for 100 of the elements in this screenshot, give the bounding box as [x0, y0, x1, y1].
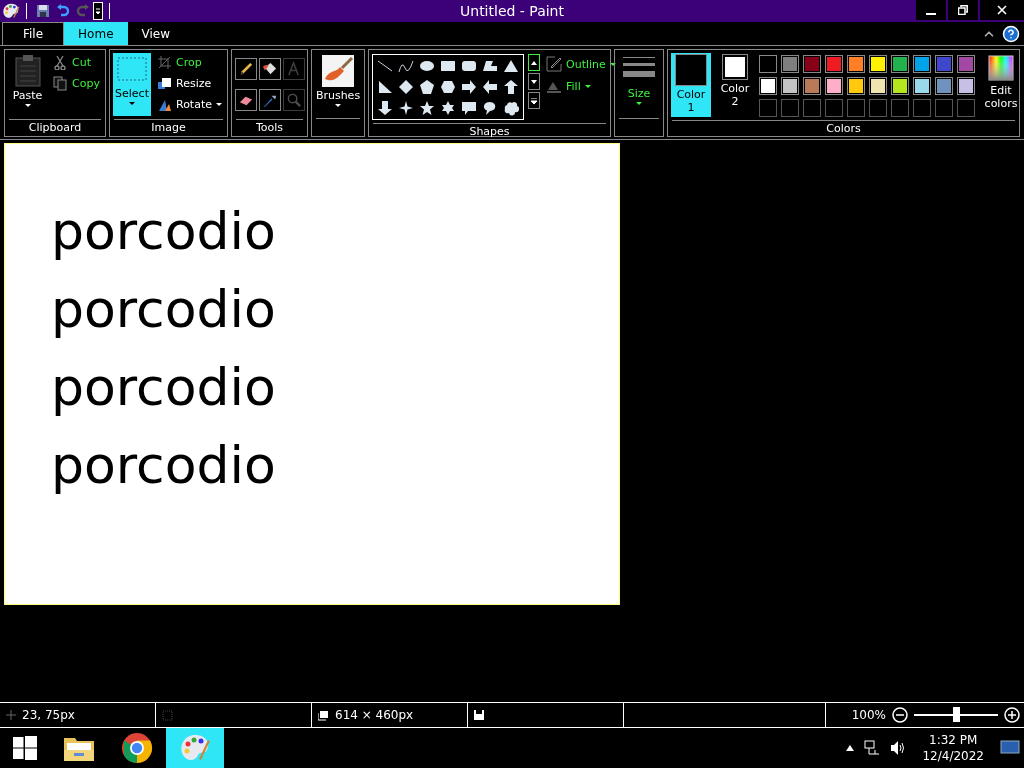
volume-icon[interactable] — [890, 740, 907, 756]
palette-swatch[interactable] — [781, 77, 799, 95]
help-icon[interactable] — [1002, 24, 1020, 43]
zoom-in-button[interactable] — [1004, 707, 1020, 723]
palette-swatch[interactable] — [803, 55, 821, 73]
palette-swatch[interactable] — [759, 55, 777, 73]
canvas-text: porcodio — [51, 278, 277, 341]
empty-swatch[interactable] — [781, 99, 799, 117]
palette-swatch[interactable] — [803, 77, 821, 95]
line-shape-icon[interactable] — [377, 58, 393, 74]
oval-shape-icon[interactable] — [419, 58, 435, 74]
palette-swatch[interactable] — [957, 55, 975, 73]
palette-swatch[interactable] — [825, 77, 843, 95]
right-triangle-shape-icon[interactable] — [377, 79, 393, 95]
show-hidden-icons-icon[interactable] — [846, 745, 855, 751]
rectangular-callout-shape-icon[interactable] — [461, 100, 477, 116]
paint-palette-icon[interactable] — [2, 2, 20, 20]
paste-button[interactable]: Paste — [8, 53, 48, 116]
four-point-star-shape-icon[interactable] — [398, 100, 414, 116]
text-tool-icon — [285, 61, 302, 77]
palette-swatch[interactable] — [847, 55, 865, 73]
expand-icon — [531, 97, 537, 104]
color-slot-button[interactable]: Color 2 — [715, 53, 755, 117]
down-arrow-shape-icon[interactable] — [377, 100, 393, 116]
hexagon-shape-icon[interactable] — [440, 79, 456, 95]
palette-swatch[interactable] — [759, 77, 777, 95]
restore-button[interactable] — [948, 0, 978, 20]
five-point-star-shape-icon[interactable] — [419, 100, 435, 116]
caret-icon — [129, 102, 135, 105]
palette-swatch[interactable] — [957, 77, 975, 95]
palette-swatch[interactable] — [913, 55, 931, 73]
palette-swatch[interactable] — [847, 77, 865, 95]
scroll-down-button[interactable] — [528, 73, 540, 90]
group-label: Tools — [236, 119, 303, 136]
drawing-canvas[interactable]: porcodio porcodio porcodio porcodio — [4, 143, 620, 605]
ribbon-tab[interactable]: Home — [64, 22, 128, 45]
right-arrow-shape-icon[interactable] — [461, 79, 477, 95]
select-button[interactable]: Select — [113, 53, 151, 116]
canvas-text: porcodio — [51, 434, 277, 497]
network-icon[interactable] — [864, 740, 881, 756]
palette-swatch[interactable] — [869, 77, 887, 95]
group-label: Shapes — [373, 123, 606, 140]
pentagon-shape-icon[interactable] — [419, 79, 435, 95]
clock[interactable]: 1:32 PM 12/4/2022 — [916, 732, 990, 764]
undo-icon[interactable] — [56, 4, 70, 18]
group-label: Clipboard — [9, 119, 101, 136]
palette-swatch[interactable] — [869, 55, 887, 73]
close-icon — [997, 5, 1007, 15]
empty-swatch[interactable] — [869, 99, 887, 117]
palette-swatch[interactable] — [935, 55, 953, 73]
palette-swatch[interactable] — [935, 77, 953, 95]
resize-button[interactable]: Resize — [155, 74, 224, 93]
empty-swatch[interactable] — [957, 99, 975, 117]
show-desktop-icon[interactable] — [1000, 740, 1020, 756]
curve-shape-icon[interactable] — [398, 58, 414, 74]
customize-dropdown-icon[interactable] — [93, 2, 103, 20]
six-point-star-shape-icon[interactable] — [440, 100, 456, 116]
rectangle-shape-icon[interactable] — [440, 58, 456, 74]
more-shapes-button[interactable] — [528, 92, 540, 109]
crop-icon — [157, 55, 172, 70]
close-button[interactable] — [980, 0, 1024, 20]
empty-swatch[interactable] — [913, 99, 931, 117]
color-slot-button[interactable]: Color 1 — [671, 53, 711, 117]
magnifier-icon — [285, 92, 302, 108]
polygon-shape-icon[interactable] — [482, 58, 498, 74]
save-icon[interactable] — [36, 4, 50, 18]
tool-button[interactable] — [234, 89, 257, 111]
tool-button[interactable] — [258, 89, 281, 111]
minimize-button[interactable] — [916, 0, 946, 20]
empty-swatch[interactable] — [935, 99, 953, 117]
rounded-rectangle-shape-icon[interactable] — [461, 58, 477, 74]
tool-button[interactable] — [234, 58, 257, 80]
empty-swatch[interactable] — [891, 99, 909, 117]
palette-swatch[interactable] — [825, 55, 843, 73]
windows-icon — [13, 736, 37, 760]
palette-swatch[interactable] — [891, 55, 909, 73]
palette-swatch[interactable] — [913, 77, 931, 95]
palette-swatch[interactable] — [891, 77, 909, 95]
zoom-level: 100% — [851, 708, 886, 722]
empty-swatch[interactable] — [825, 99, 843, 117]
up-arrow-shape-icon[interactable] — [503, 79, 519, 95]
rotate-button[interactable]: Rotate — [155, 95, 224, 114]
scroll-up-button[interactable] — [528, 54, 540, 71]
ribbon-tab[interactable]: File — [2, 22, 65, 45]
empty-swatch[interactable] — [803, 99, 821, 117]
palette-swatch[interactable] — [781, 55, 799, 73]
empty-swatch[interactable] — [759, 99, 777, 117]
triangle-shape-icon[interactable] — [503, 58, 519, 74]
caret-icon — [609, 62, 616, 66]
zoom-out-button[interactable] — [892, 707, 908, 723]
cloud-callout-shape-icon[interactable] — [503, 100, 519, 116]
copy-icon — [53, 76, 69, 91]
empty-swatch[interactable] — [847, 99, 865, 117]
canvas-text: porcodio — [51, 200, 277, 263]
left-arrow-shape-icon[interactable] — [482, 79, 498, 95]
tool-button[interactable] — [258, 58, 281, 80]
oval-callout-shape-icon[interactable] — [482, 100, 498, 116]
slider-thumb[interactable] — [953, 707, 960, 722]
edit-colors-button[interactable]: Edit colors — [979, 53, 1023, 117]
diamond-shape-icon[interactable] — [398, 79, 414, 95]
